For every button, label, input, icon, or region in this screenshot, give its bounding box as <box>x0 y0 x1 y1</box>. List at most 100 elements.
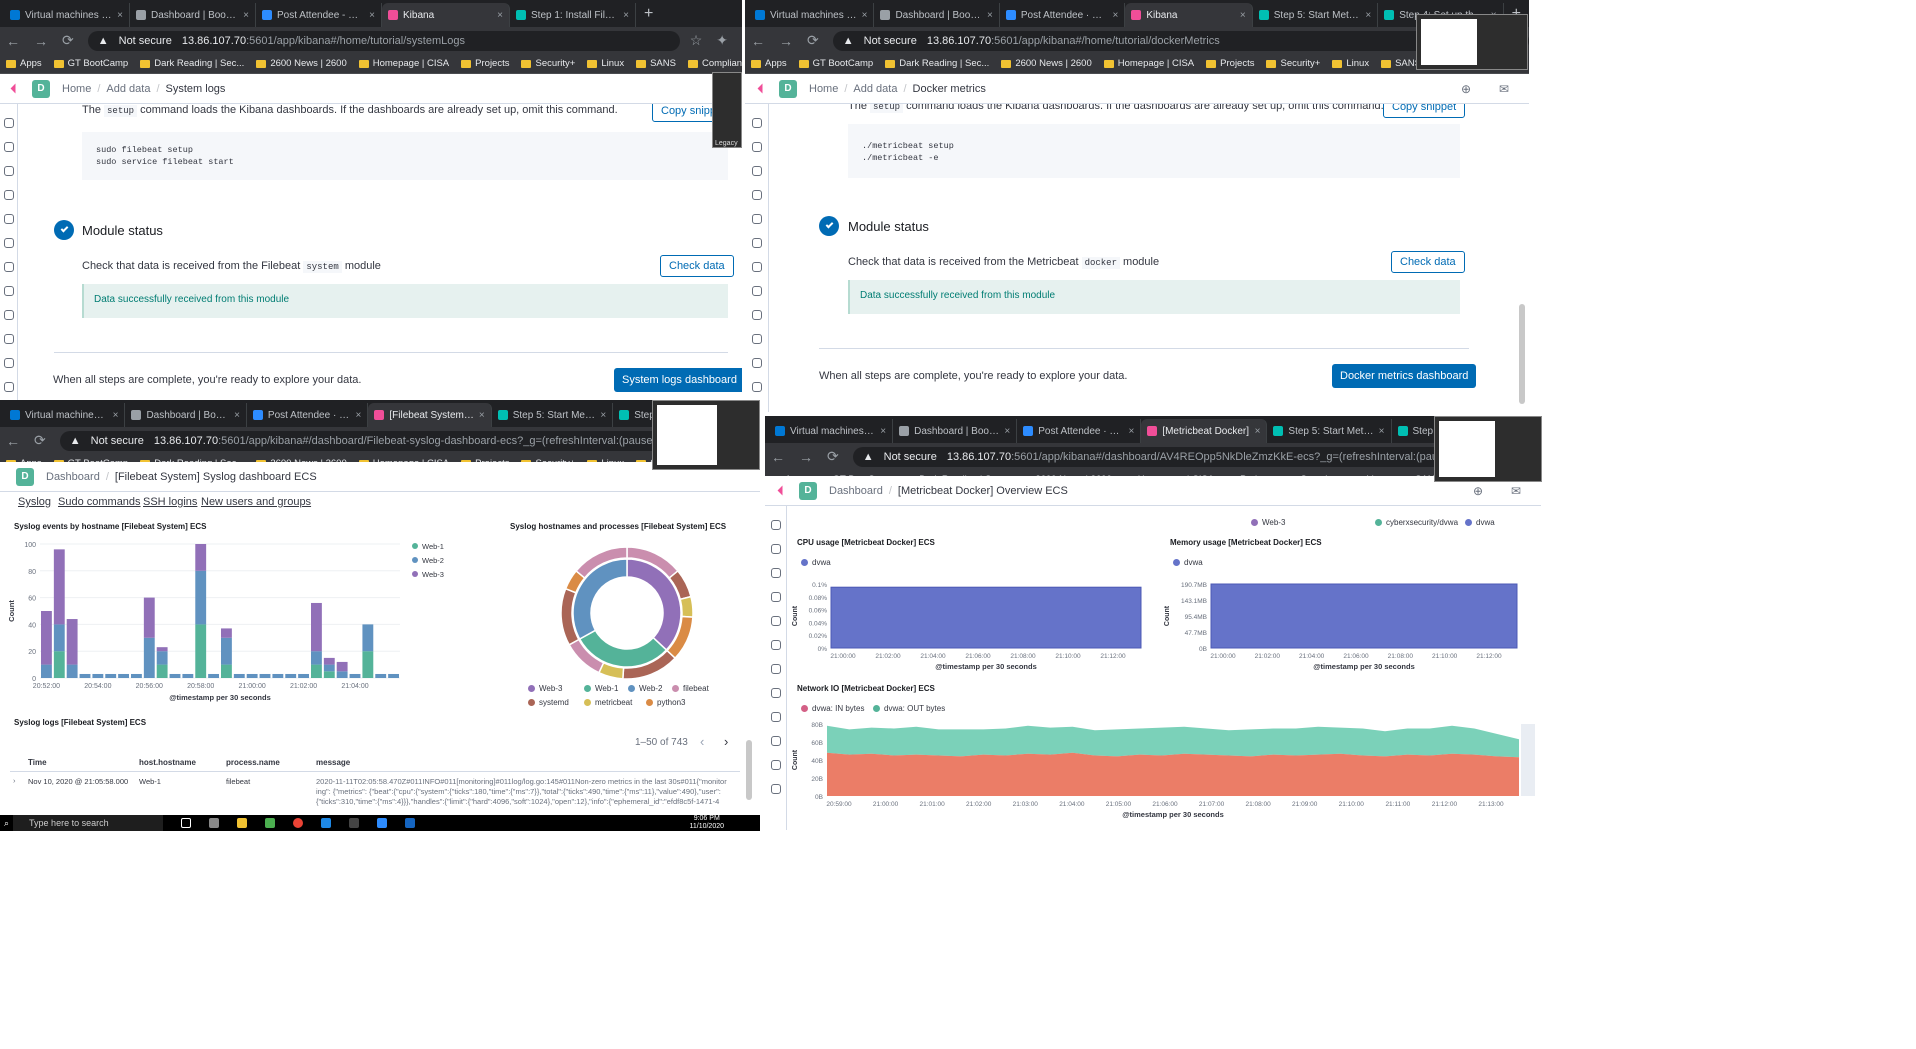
bar-segment[interactable] <box>41 611 52 665</box>
expand-row-icon[interactable]: › <box>13 776 16 785</box>
cpu-legend[interactable]: dvwa <box>801 558 831 567</box>
window-thumbnail[interactable] <box>652 400 760 470</box>
legacy-window-thumbnail[interactable]: Legacy <box>712 72 742 148</box>
bookmark-item[interactable]: Linux <box>1332 58 1369 69</box>
search-icon[interactable]: ⌕ <box>4 818 9 829</box>
browser-tab[interactable]: Step 5: Start Metricb × <box>1267 419 1392 443</box>
link-new-users-groups[interactable]: New users and groups <box>201 496 311 508</box>
bar-segment[interactable] <box>66 619 78 665</box>
ml-icon[interactable] <box>751 262 762 272</box>
reload-icon[interactable]: ⟳ <box>34 432 46 449</box>
browser-tab[interactable]: Virtual machines · M × <box>749 3 875 27</box>
bookmark-item[interactable]: GT BootCamp <box>53 58 128 69</box>
reload-icon[interactable]: ⟳ <box>827 448 839 465</box>
bookmark-item[interactable]: Projects <box>1206 58 1254 69</box>
legend-item[interactable]: Web-3 <box>528 684 562 693</box>
bookmark-item[interactable]: Projects <box>461 58 509 69</box>
bar-segment[interactable] <box>336 671 348 678</box>
bar-segment[interactable] <box>388 673 399 678</box>
siem-icon[interactable] <box>751 382 762 392</box>
clock-icon[interactable] <box>770 520 781 530</box>
legend-item[interactable]: systemd <box>528 698 569 707</box>
space-avatar[interactable]: D <box>779 79 797 98</box>
bookmark-item[interactable]: GT BootCamp <box>798 58 873 69</box>
uptime-icon[interactable] <box>751 358 762 368</box>
help-icon[interactable]: ⊕ <box>1473 484 1483 498</box>
legend-item[interactable]: cyberxsecurity/dvwa <box>1375 518 1458 527</box>
net-legend-in[interactable]: dvwa: IN bytes <box>801 704 864 713</box>
bar-segment[interactable] <box>92 673 104 678</box>
kibana-logo-icon[interactable] <box>747 74 777 104</box>
bar-segment[interactable] <box>195 624 207 678</box>
dashboard-icon[interactable] <box>770 592 781 602</box>
bookmark-item[interactable]: Security+ <box>521 58 575 69</box>
siem-icon[interactable] <box>3 382 14 392</box>
forward-icon[interactable]: → <box>779 33 793 49</box>
crumb-add-data[interactable]: Add data <box>853 83 897 95</box>
link-ssh-logins[interactable]: SSH logins <box>143 496 197 508</box>
siem-icon[interactable] <box>770 784 781 794</box>
bar-segment[interactable] <box>169 673 181 678</box>
bar-segment[interactable] <box>208 673 219 678</box>
bar-segment[interactable] <box>285 673 297 678</box>
space-avatar[interactable]: D <box>16 467 34 486</box>
bar-segment[interactable] <box>79 673 91 678</box>
kibana-logo-icon[interactable] <box>0 74 30 104</box>
docker-metrics-dashboard-button[interactable]: Docker metrics dashboard <box>1332 364 1477 388</box>
visualize-icon[interactable] <box>770 568 781 578</box>
browser-tab[interactable]: Dashboard | Bootcamp Sp × <box>130 3 256 27</box>
canvas-icon[interactable] <box>3 214 14 224</box>
maps-icon[interactable] <box>3 238 14 248</box>
browser-tab[interactable]: Virtual machines - Microsoft × <box>4 3 130 27</box>
apm-icon[interactable] <box>770 736 781 746</box>
logs-icon[interactable] <box>3 310 14 320</box>
legend-item[interactable]: Web-1 <box>584 684 618 693</box>
crumb-dashboard[interactable]: Dashboard <box>829 485 883 497</box>
canvas-icon[interactable] <box>751 214 762 224</box>
tab-close-icon[interactable]: × <box>1004 426 1010 437</box>
ml-icon[interactable] <box>770 664 781 674</box>
legend-item[interactable]: Web-2 <box>628 684 662 693</box>
mail-icon[interactable]: ✉ <box>1511 484 1521 498</box>
copy-snippet-button[interactable]: Copy snippet <box>1383 104 1466 118</box>
bar-segment[interactable] <box>221 637 232 665</box>
new-tab-icon[interactable]: + <box>636 3 661 27</box>
maps-icon[interactable] <box>770 640 781 650</box>
tab-close-icon[interactable]: × <box>1365 10 1371 21</box>
metrics-icon[interactable] <box>751 286 762 296</box>
clock[interactable]: 9:06 PM 11/10/2020 <box>689 815 724 831</box>
crumb-dashboard[interactable]: Dashboard <box>46 471 100 483</box>
window-thumbnail[interactable] <box>1434 416 1542 482</box>
col-time[interactable]: Time <box>28 758 47 767</box>
memory-legend[interactable]: dvwa <box>1173 558 1203 567</box>
link-sudo-commands[interactable]: Sudo commands <box>58 496 141 508</box>
browser-tab[interactable]: [Filebeat System] Sy × <box>368 403 492 427</box>
task-view-icon[interactable] <box>209 818 220 828</box>
clock-icon[interactable] <box>751 118 762 128</box>
metrics-icon[interactable] <box>770 688 781 698</box>
col-message[interactable]: message <box>316 758 350 767</box>
logs-icon[interactable] <box>751 310 762 320</box>
bookmark-item[interactable]: SANS <box>636 58 676 69</box>
window-thumbnail[interactable] <box>1416 14 1528 70</box>
bar-segment[interactable] <box>311 651 322 665</box>
legend-item[interactable]: filebeat <box>672 684 709 693</box>
tab-close-icon[interactable]: × <box>369 10 375 21</box>
bar-segment[interactable] <box>182 673 194 678</box>
net-in-area[interactable] <box>827 752 1519 796</box>
browser-tab[interactable]: Post Attendee · Zoo × <box>247 403 369 427</box>
tab-close-icon[interactable]: × <box>117 10 123 21</box>
bar-segment[interactable] <box>246 673 258 678</box>
tab-close-icon[interactable]: × <box>600 410 606 421</box>
browser-tab[interactable]: Post Attendee · Zoo × <box>1017 419 1142 443</box>
tab-close-icon[interactable]: × <box>243 10 249 21</box>
taskbar-search[interactable]: Type here to search <box>13 815 164 831</box>
reload-icon[interactable]: ⟳ <box>807 32 819 49</box>
bookmark-item[interactable]: Dark Reading | Sec... <box>140 58 244 69</box>
dashboard-icon[interactable] <box>3 190 14 200</box>
visualize-icon[interactable] <box>751 166 762 176</box>
extensions-icon[interactable]: ✦ <box>716 32 728 49</box>
bar-segment[interactable] <box>195 570 207 625</box>
bar-segment[interactable] <box>195 544 207 571</box>
bookmark-item[interactable]: Homepage | CISA <box>358 58 449 69</box>
